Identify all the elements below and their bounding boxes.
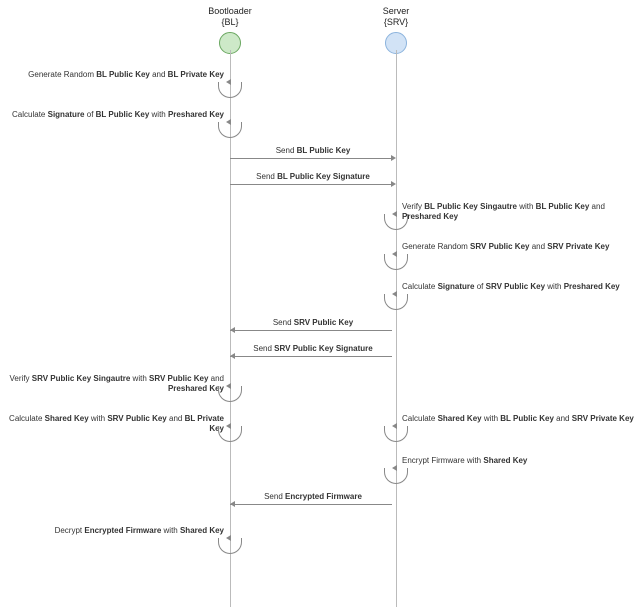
actor-name: Bootloader bbox=[190, 6, 270, 17]
self-arrow-head-icon bbox=[392, 465, 397, 471]
self-message-label: Calculate Shared Key with BL Public Key … bbox=[402, 414, 634, 424]
message-arrow bbox=[230, 158, 392, 159]
message-arrow bbox=[230, 504, 392, 505]
self-message-label: Decrypt Encrypted Firmware with Shared K… bbox=[55, 526, 224, 536]
actor-bl: Bootloader{BL} bbox=[190, 6, 270, 54]
self-message-label: Generate Random SRV Public Key and SRV P… bbox=[402, 242, 609, 252]
self-message-label: Calculate Shared Key with SRV Public Key… bbox=[2, 414, 224, 433]
self-arrow-head-icon bbox=[226, 383, 231, 389]
message-arrow bbox=[230, 356, 392, 357]
self-arrow-head-icon bbox=[226, 79, 231, 85]
self-message-label: Verify SRV Public Key Singautre with SRV… bbox=[2, 374, 224, 393]
lifeline-srv bbox=[396, 50, 397, 607]
actor-srv: Server{SRV} bbox=[356, 6, 436, 54]
message-label: Send Encrypted Firmware bbox=[230, 492, 396, 502]
self-message-label: Encrypt Firmware with Shared Key bbox=[402, 456, 527, 466]
self-message-label: Calculate Signature of SRV Public Key wi… bbox=[402, 282, 620, 292]
arrow-head-icon bbox=[391, 181, 396, 187]
self-arrow-head-icon bbox=[226, 535, 231, 541]
self-message-label: Generate Random BL Public Key and BL Pri… bbox=[28, 70, 224, 80]
self-arrow-head-icon bbox=[392, 423, 397, 429]
self-arrow-head-icon bbox=[226, 119, 231, 125]
actor-alias: {BL} bbox=[190, 17, 270, 28]
message-label: Send SRV Public Key Signature bbox=[230, 344, 396, 354]
sequence-diagram: Bootloader{BL} Server{SRV} Generate Random… bbox=[0, 0, 640, 615]
arrow-head-icon bbox=[391, 155, 396, 161]
self-arrow-head-icon bbox=[392, 291, 397, 297]
self-message-label: Verify BL Public Key Singautre with BL P… bbox=[402, 202, 638, 221]
arrow-head-icon bbox=[230, 353, 235, 359]
arrow-head-icon bbox=[230, 327, 235, 333]
actor-alias: {SRV} bbox=[356, 17, 436, 28]
message-label: Send BL Public Key Signature bbox=[230, 172, 396, 182]
message-arrow bbox=[230, 330, 392, 331]
self-arrow-head-icon bbox=[392, 251, 397, 257]
actor-name: Server bbox=[356, 6, 436, 17]
message-arrow bbox=[230, 184, 392, 185]
message-label: Send SRV Public Key bbox=[230, 318, 396, 328]
self-arrow-head-icon bbox=[226, 423, 231, 429]
self-arrow-head-icon bbox=[392, 211, 397, 217]
self-message-label: Calculate Signature of BL Public Key wit… bbox=[12, 110, 224, 120]
arrow-head-icon bbox=[230, 501, 235, 507]
message-label: Send BL Public Key bbox=[230, 146, 396, 156]
